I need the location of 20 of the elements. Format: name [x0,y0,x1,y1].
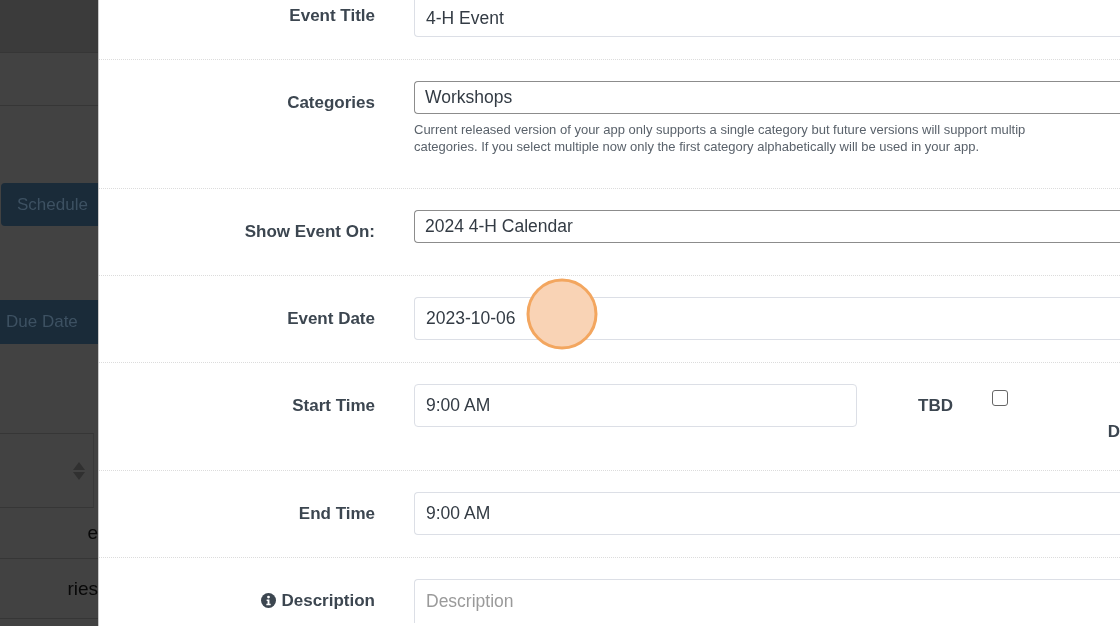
field-label: Start Time [292,395,375,416]
field-label: Event Date [287,308,375,329]
field-label: Description [281,590,375,611]
select-field[interactable]: Workshops [414,81,1120,114]
select-field[interactable]: 2024 4-H Calendar [414,210,1120,243]
text-field[interactable]: 9:00 AM [414,492,1120,535]
description-field[interactable]: Description [414,579,1120,623]
table-cell: ries [67,577,98,600]
text-field[interactable]: 2023-10-06 [414,297,1120,340]
field-label: D [1107,422,1120,442]
table-cell: e [87,522,98,544]
field-label: End Time [298,503,375,524]
tbd-label: TBD [918,395,953,416]
tbd-checkbox[interactable] [991,390,1008,406]
field-label: Event Title [289,5,375,26]
text-field[interactable]: 4-H Event [414,0,1120,37]
field-label: Show Event On: [244,221,375,242]
time-field[interactable]: 9:00 AM [414,384,857,427]
field-label: Categories [287,92,375,113]
help-text: Current released version of your app only supports a single category but future versions will support multip categories. If you select multiple now only the first category alphabetically will be used in your app. [414,121,1027,155]
